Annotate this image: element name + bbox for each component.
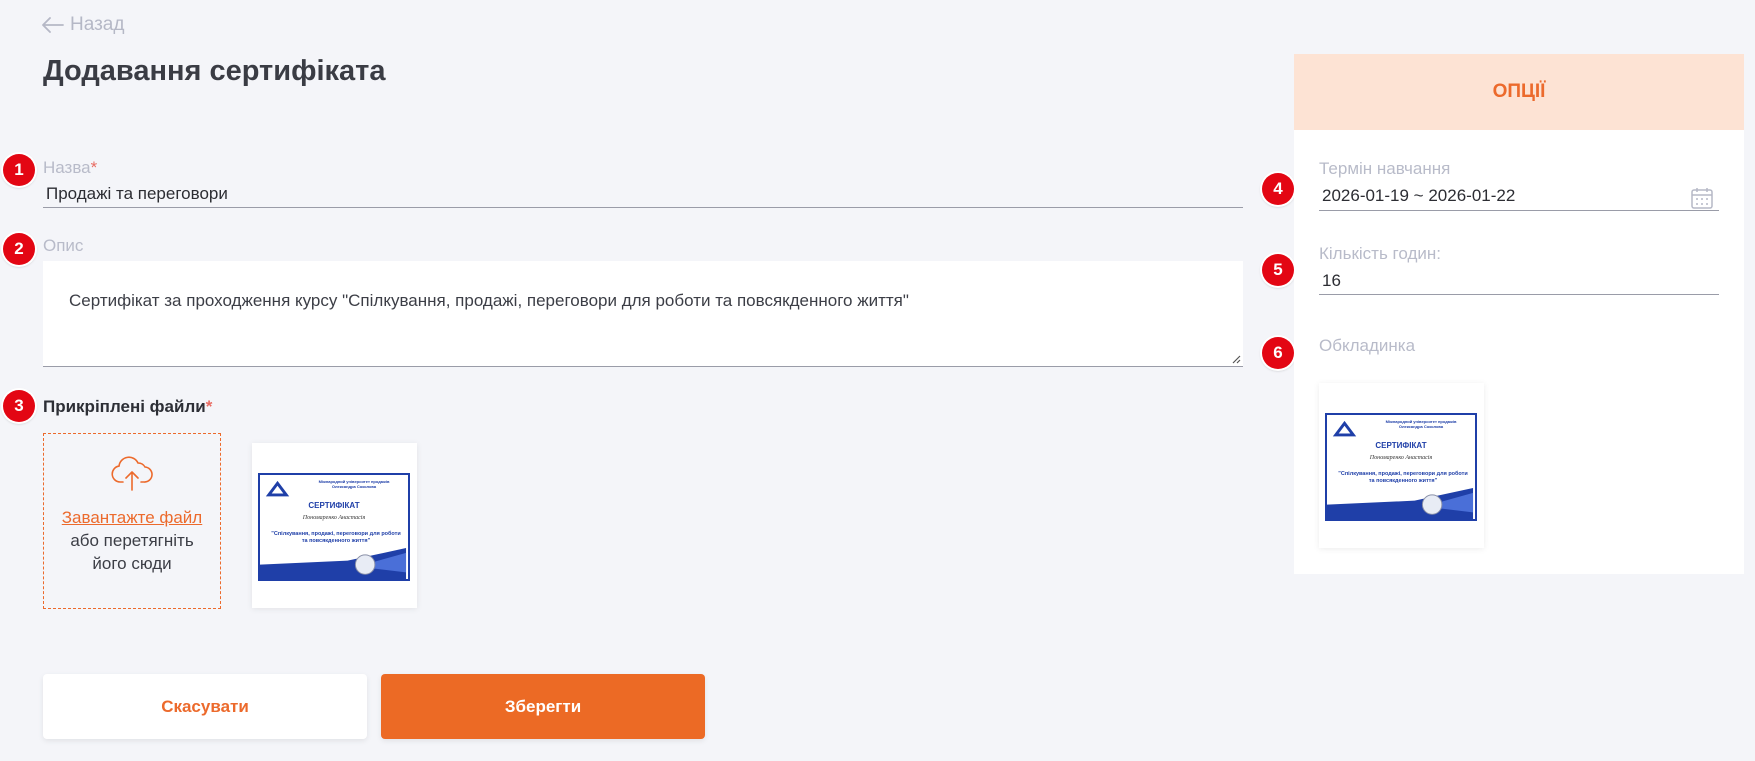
- step-marker-2: 2: [3, 233, 35, 265]
- step-marker-1: 1: [3, 154, 35, 186]
- study-period-label: Термін навчання: [1319, 159, 1451, 178]
- name-label: Назва*: [43, 158, 98, 177]
- step-marker-6: 6: [1262, 337, 1294, 369]
- resize-handle-icon[interactable]: [1231, 354, 1241, 364]
- arrow-left-icon: [42, 17, 64, 33]
- attached-file-thumbnail[interactable]: Міжнародний університет продажів Олексан…: [252, 443, 417, 608]
- cover-cert-course: "Спілкування, продажі, переговори для ро…: [1338, 471, 1468, 484]
- cert-heading: СЕРТИФІКАТ: [308, 501, 360, 510]
- step-marker-4: 4: [1262, 173, 1294, 205]
- page-title: Додавання сертифіката: [43, 55, 386, 87]
- cancel-button[interactable]: Скасувати: [43, 674, 367, 739]
- upload-hint-line-1: або перетягніть: [70, 531, 194, 550]
- options-panel-title: ОПЦІЇ: [1294, 54, 1744, 130]
- cert-university: Міжнародний університет продажів Олексан…: [318, 479, 390, 489]
- description-text: Сертифікат за проходження курсу "Спілкув…: [69, 291, 909, 310]
- description-textarea[interactable]: Сертифікат за проходження курсу "Спілкув…: [43, 261, 1243, 367]
- back-link[interactable]: Назад: [42, 14, 124, 36]
- certificate-graphic: [260, 480, 407, 579]
- hours-label: Кількість годин:: [1319, 244, 1441, 263]
- back-label: Назад: [70, 14, 125, 35]
- study-period-value: 2026-01-19 ~ 2026-01-22: [1322, 186, 1516, 205]
- cert-recipient: Пономаренко Анастасія: [302, 515, 366, 521]
- hours-input[interactable]: 16: [1319, 271, 1719, 295]
- cover-cert-heading: СЕРТИФІКАТ: [1375, 441, 1427, 450]
- name-input[interactable]: Продажі та переговори: [43, 184, 1243, 208]
- cover-thumbnail[interactable]: Міжнародний університет продажів Олексан…: [1319, 383, 1484, 548]
- step-marker-3: 3: [3, 390, 35, 422]
- save-button[interactable]: Зберегти: [381, 674, 705, 739]
- page: Назад Додавання сертифіката 1 2 3 4 5 6 …: [0, 0, 1755, 761]
- upload-hint-line-2: його сюди: [92, 554, 172, 573]
- calendar-icon[interactable]: [1690, 186, 1714, 210]
- cert-course: "Спілкування, продажі, переговори для ро…: [271, 531, 401, 544]
- step-marker-5: 5: [1262, 254, 1294, 286]
- cover-certificate-image: Міжнародний університет продажів Олексан…: [1325, 413, 1477, 521]
- cover-cert-recipient: Пономаренко Анастасія: [1369, 455, 1433, 461]
- cover-certificate-graphic: [1327, 420, 1474, 519]
- certificate-image: Міжнародний університет продажів Олексан…: [258, 473, 410, 581]
- upload-file-link[interactable]: Завантажте файл: [62, 506, 202, 529]
- cloud-upload-icon: [111, 456, 153, 491]
- cover-label: Обкладинка: [1319, 336, 1416, 355]
- cover-cert-university: Міжнародний університет продажів Олексан…: [1385, 419, 1457, 429]
- description-label: Опис: [43, 236, 84, 255]
- file-upload-dropzone[interactable]: Завантажте файл або перетягніть його сюд…: [43, 433, 221, 609]
- study-period-input[interactable]: 2026-01-19 ~ 2026-01-22: [1319, 186, 1719, 211]
- attached-files-label: Прикріплені файли*: [43, 397, 213, 416]
